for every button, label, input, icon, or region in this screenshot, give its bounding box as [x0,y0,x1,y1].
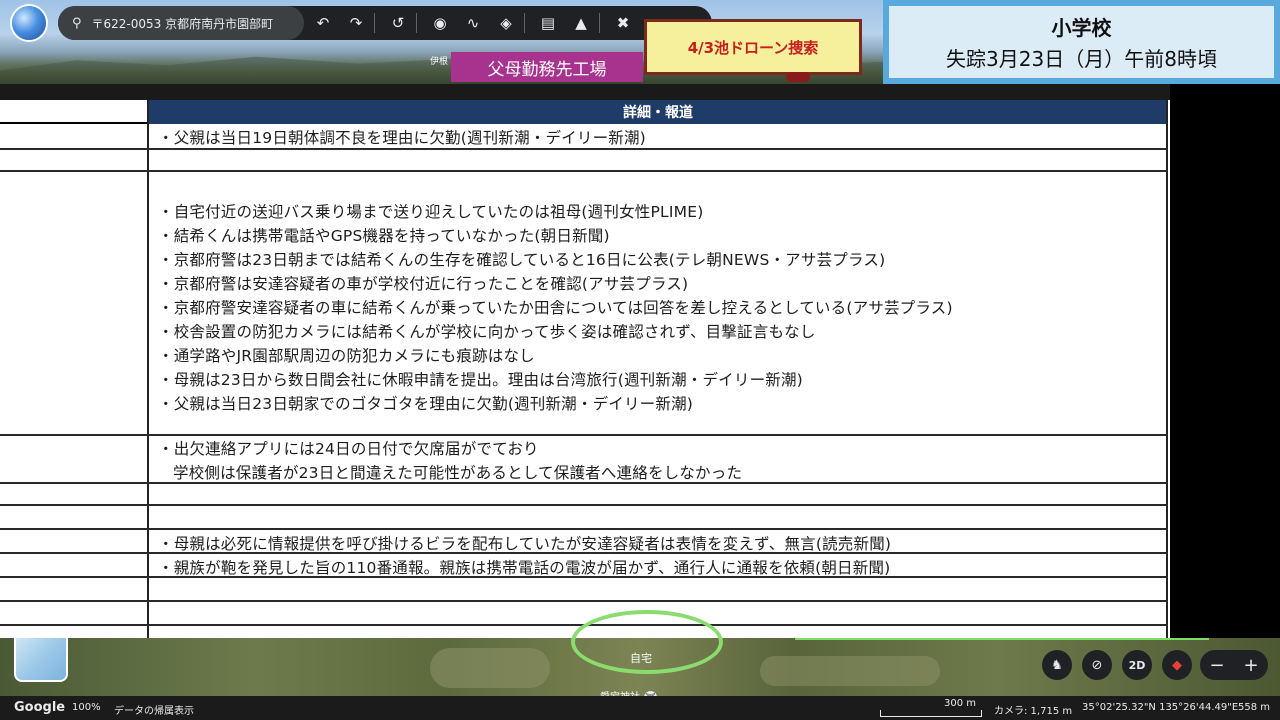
zoom-percent: 100% [72,702,101,713]
zoom-out-button[interactable]: − [1209,655,1224,676]
detail-line: 学校側は保護者が23日と間違えた可能性があるとして保護者へ連絡をしなかった [173,464,743,482]
toolbar-separator [524,13,525,33]
school-info-box: 小学校 失踪3月23日（月）午前8時頃 [883,0,1280,84]
earth-globe-icon[interactable] [12,6,46,40]
table-header-left-cell [0,100,148,124]
scale-label: 300 m [944,698,977,709]
detail-line: ・自宅付近の送迎バス乗り場まで送り迎えしていたのは祖母(週刊女性PLIME) [158,203,704,221]
google-logo: Google [14,700,66,715]
table-row: ・父親は当日19日朝体調不良を理由に欠勤(週刊新潮・デイリー新潮) [158,126,646,150]
status-bar: Google 100% データの帰属表示 300 m カメラ: 1,715 m … [0,696,1280,720]
zoom-controls: − + [1200,650,1268,680]
redo-icon[interactable]: ↷ [342,9,370,37]
table-row-divider [0,600,1168,602]
coordinates: 35°02'25.32"N 135°26'44.49"E [1082,702,1239,713]
report-table: 詳細・報道 ・父親は当日19日朝体調不良を理由に欠勤(週刊新潮・デイリー新潮) … [0,84,1170,638]
compass-icon[interactable]: ◆ [1162,650,1192,680]
path-icon[interactable]: ∿ [459,9,487,37]
street-view-pegman-icon[interactable]: ♞ [1042,650,1072,680]
school-title: 小学校 [1051,16,1112,40]
table-column-divider [147,100,149,638]
detail-line: ・父親は当日23日朝家でのゴタゴタを理由に欠勤(週刊新潮・デイリー新潮) [158,395,694,413]
toolbar-separator [599,13,600,33]
detail-line: ・結希くんは携帯電話やGPS機器を持っていなかった(朝日新聞) [158,227,610,245]
table-row-divider [0,170,1168,172]
tilt-toggle-icon[interactable]: ⊘ [1082,650,1112,680]
detail-line: ・母親は必死に情報提供を呼び掛けるビラを配布していたが安達容疑者は表情を変えず、… [158,535,892,553]
map-marker-icon [786,72,810,82]
detail-line: ・京都府警は安達容疑者の車が学校付近に行ったことを確認(アサ芸プラス) [158,275,689,293]
attribution-link[interactable]: データの帰属表示 [114,702,194,717]
table-top-band [0,84,1170,100]
table-row: ・自宅付近の送迎バス乗り場まで送り迎えしていたのは祖母(週刊女性PLIME) ・… [158,200,953,416]
search-value: 〒622-0053 京都府南丹市園部町 [91,16,274,31]
layers-icon[interactable]: ◈ [492,9,520,37]
table-row: ・親族が鞄を発見した旨の110番通報。親族は携帯電話の電波が届かず、通行人に通報… [158,556,890,580]
table-row-divider [0,504,1168,506]
drone-search-label: 4/3池ドローン捜索 [644,19,862,75]
terrain-patch [430,648,550,688]
table-header-row: 詳細・報道 [0,100,1170,124]
detail-line: ・校舎設置の防犯カメラには結希くんが学校に向かって歩く姿は確認されず、目撃証言も… [158,323,816,341]
detail-line: ・出欠連絡アプリには24日の日付で欠席届がでており [158,440,539,458]
earth-toolbar: ⚲ 〒622-0053 京都府南丹市園部町 ↶ ↷ ↺ ◉ ∿ ◈ ▤ ▲ ✖ [58,6,712,40]
tools-icon[interactable]: ✖ [609,9,637,37]
detail-line: ・通学路やJR園部駅周辺の防犯カメラにも痕跡はなし [158,347,535,365]
table-right-border [1166,100,1168,638]
route-line [795,638,1209,640]
detail-line: ・父親は当日19日朝体調不良を理由に欠勤(週刊新潮・デイリー新潮) [158,129,646,147]
elevation: 558 m [1238,702,1271,713]
history-icon[interactable]: ↺ [384,9,412,37]
table-header-title: 詳細・報道 [148,100,1168,124]
undo-icon[interactable]: ↶ [309,9,337,37]
terrain-patch [760,656,940,686]
home-label: 自宅 [630,652,652,665]
toolbar-separator [374,13,375,33]
camera-altitude: カメラ: 1,715 m [994,706,1073,717]
detail-line: ・親族が鞄を発見した旨の110番通報。親族は携帯電話の電波が届かず、通行人に通報… [158,559,891,577]
search-input[interactable]: ⚲ 〒622-0053 京都府南丹市園部町 [58,6,304,40]
detail-line: ・京都府警は23日朝までは結希くんの生存を確認していると16日に公表(テレ朝NE… [158,251,886,269]
factory-label: 父母勤務先工場 [451,52,643,82]
search-icon: ⚲ [72,15,82,31]
detail-line: ・京都府警安達容疑者の車に結希くんが乗っていたか田舎については回答を差し控えると… [158,299,953,317]
table-row-divider [0,434,1168,436]
2d-toggle-button[interactable]: 2D [1122,650,1152,680]
image-overlay-icon[interactable]: ▲ [567,9,595,37]
ruler-icon[interactable]: ▤ [534,9,562,37]
table-row-divider [0,528,1168,530]
school-info-inner: 小学校 失踪3月23日（月）午前8時頃 [889,6,1274,78]
school-subtitle: 失踪3月23日（月）午前8時頃 [946,47,1217,71]
scale-bar [880,710,982,717]
table-row: ・出欠連絡アプリには24日の日付で欠席届がでており 学校側は保護者が23日と間違… [158,437,742,485]
placemark-icon[interactable]: ◉ [426,9,454,37]
toolbar-separator [416,13,417,33]
zoom-in-button[interactable]: + [1243,655,1258,676]
map-place-label: 伊根 [430,57,449,67]
table-row: ・母親は必死に情報提供を呼び掛けるビラを配布していたが安達容疑者は表情を変えず、… [158,532,891,556]
detail-line: ・母親は23日から数日間会社に休暇申請を提出。理由は台湾旅行(週刊新潮・デイリー… [158,371,803,389]
map-layer-thumbnail[interactable] [14,638,68,682]
